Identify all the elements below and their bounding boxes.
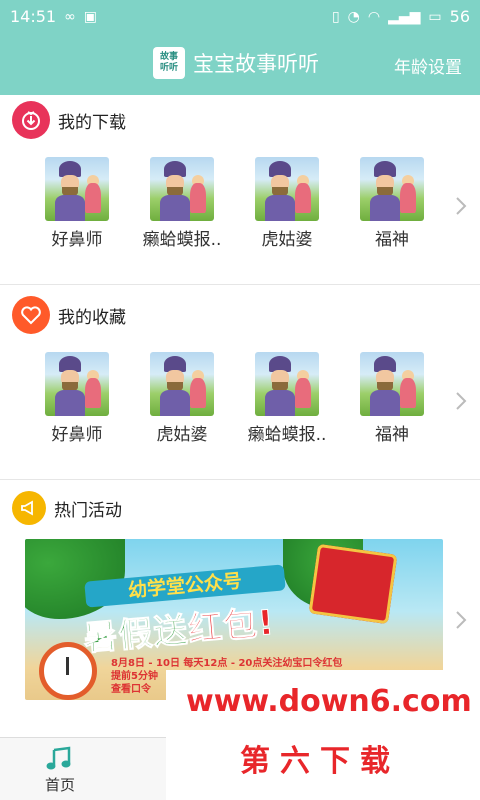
download-item[interactable]: 癞蛤蟆报..: [143, 157, 221, 250]
infinity-icon: ∞: [64, 8, 76, 25]
nav-home-label: 首页: [44, 776, 75, 794]
story-cover-image: [150, 352, 214, 416]
download-item[interactable]: 好鼻师: [45, 157, 109, 250]
hot-events-title: 热门活动: [54, 500, 122, 521]
story-title: 好鼻师: [51, 230, 103, 250]
chevron-right-icon[interactable]: [454, 195, 468, 217]
favorites-section: 我的收藏 好鼻师 虎姑婆 癞蛤蟆报.. 福神: [0, 290, 480, 480]
story-title: 好鼻师: [51, 425, 103, 445]
story-cover-image: [360, 352, 424, 416]
status-time: 14:51: [10, 7, 57, 26]
downloads-section: 我的下载 好鼻师 癞蛤蟆报.. 虎姑婆 福神: [0, 95, 480, 285]
age-setting-button[interactable]: 年龄设置: [394, 53, 462, 78]
watermark-overlay: www.down6.com 第六下载: [166, 670, 480, 800]
watermark-url: www.down6.com: [186, 684, 472, 719]
status-bar: 14:51 ∞ ▣ ▯ ◔ ◠ ▂▄▆ ▭ 56: [0, 0, 480, 33]
story-cover-image: [45, 157, 109, 221]
app-title: 宝宝故事听听: [193, 52, 319, 76]
signal-icon: ▂▄▆: [388, 8, 421, 25]
favorite-item[interactable]: 虎姑婆: [150, 352, 214, 445]
red-envelope-image: [308, 543, 398, 625]
favorite-item[interactable]: 福神: [360, 352, 424, 445]
alarm-icon: ◔: [347, 8, 360, 25]
favorites-title: 我的收藏: [58, 307, 126, 328]
favorite-item[interactable]: 癞蛤蟆报..: [248, 352, 326, 445]
image-icon: ▣: [83, 8, 98, 25]
story-cover-image: [45, 352, 109, 416]
banner-fine-line: 8月8日 - 10日 每天12点 - 20点关注幼宝口令红包: [111, 658, 343, 669]
download-item[interactable]: 福神: [360, 157, 424, 250]
story-cover-image: [255, 352, 319, 416]
banner-headline-part1: 暑假送: [81, 610, 191, 660]
app-logo: 故事 听听: [153, 47, 185, 79]
story-title: 虎姑婆: [156, 425, 208, 445]
story-title: 癞蛤蟆报..: [247, 425, 327, 445]
vibrate-icon: ▯: [331, 8, 340, 25]
story-cover-image: [150, 157, 214, 221]
app-bar: 故事 听听 宝宝故事听听 年龄设置: [0, 33, 480, 95]
banner-headline-part2: 红包!: [186, 602, 277, 651]
logo-text-top: 故事: [159, 52, 178, 62]
download-icon: [12, 101, 50, 139]
battery-icon: ▭: [428, 8, 442, 25]
music-note-icon: [46, 746, 71, 770]
story-cover-image: [360, 157, 424, 221]
story-title: 福神: [375, 425, 409, 445]
chevron-right-icon[interactable]: [454, 609, 468, 631]
megaphone-icon: [12, 491, 46, 525]
battery-level: 56: [449, 7, 470, 26]
logo-text-bottom: 听听: [159, 63, 178, 73]
alarm-clock-image: [39, 642, 97, 700]
story-cover-image: [255, 157, 319, 221]
favorite-item[interactable]: 好鼻师: [45, 352, 109, 445]
nav-home[interactable]: 首页: [38, 746, 82, 795]
download-item[interactable]: 虎姑婆: [255, 157, 319, 250]
story-title: 福神: [375, 230, 409, 250]
story-title: 癞蛤蟆报..: [142, 230, 222, 250]
bottom-nav: 首页: [0, 737, 166, 800]
wifi-icon: ◠: [367, 8, 381, 25]
heart-icon: [12, 296, 50, 334]
downloads-title: 我的下载: [58, 112, 126, 133]
chevron-right-icon[interactable]: [454, 390, 468, 412]
watermark-name: 第六下载: [240, 744, 400, 779]
story-title: 虎姑婆: [261, 230, 313, 250]
